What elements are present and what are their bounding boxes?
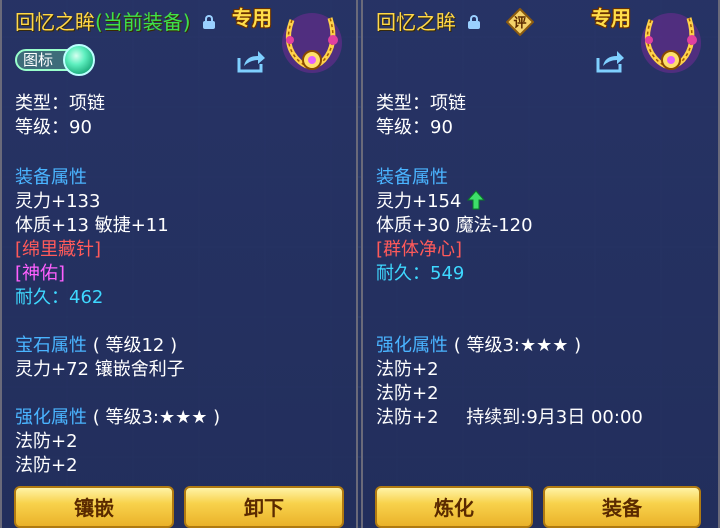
toggle-label: 图标 <box>23 51 54 69</box>
up-arrow-icon <box>467 190 486 210</box>
stat-tizhi: 体质+30 魔法-120 <box>376 215 533 236</box>
special-effect: [神佑] <box>15 263 66 284</box>
share-icon[interactable] <box>595 48 625 74</box>
gem-attr-header: 宝石属性 <box>15 335 87 356</box>
item-level: 等级：90 <box>15 117 92 138</box>
enhance-stat-3-row: 法防+2 持续到:9月3日 00:00 <box>376 406 643 430</box>
rating-label: 评 <box>513 16 526 31</box>
enhance-stat-3: 法防+2 <box>376 407 439 428</box>
equipped-tag: (当前装备) <box>95 10 191 34</box>
enhance-attr-header: 强化属性 <box>15 407 87 428</box>
stat-lingli: 灵力+154 <box>376 191 462 212</box>
toggle-knob <box>63 44 95 76</box>
equip-attr-header: 装备属性 <box>376 167 448 188</box>
item-type: 类型：项链 <box>376 93 466 114</box>
equip-attr-header: 装备属性 <box>15 167 87 188</box>
necklace-icon <box>641 13 701 73</box>
lock-icon <box>202 14 215 29</box>
share-icon[interactable] <box>236 48 266 74</box>
enhance-level: ( 等级3:★★★ ) <box>453 335 582 356</box>
icon-toggle[interactable]: 图标 <box>15 44 95 76</box>
special-skill: [群体净心] <box>376 239 463 260</box>
item-name: 回忆之眸 <box>15 10 95 34</box>
stat-lingli: 灵力+133 <box>15 191 101 212</box>
durability: 耐久：549 <box>376 262 464 286</box>
exclusive-label: 专用 <box>232 6 272 30</box>
special-skill: [绵里藏针] <box>15 239 102 260</box>
durability: 耐久：462 <box>15 286 103 310</box>
item-level: 等级：90 <box>376 117 453 138</box>
gem-attr-row: 宝石属性 ( 等级12 ) <box>15 334 177 358</box>
inlay-button[interactable]: 镶嵌 <box>14 486 174 528</box>
enhance-level: ( 等级3:★★★ ) <box>92 407 221 428</box>
lock-icon <box>468 14 481 29</box>
enhance-stat-2: 法防+2 <box>376 383 439 404</box>
stat-lingli-row: 灵力+154 <box>376 190 486 214</box>
refine-button[interactable]: 炼化 <box>375 486 533 528</box>
item-title: 回忆之眸 <box>376 6 481 35</box>
enhance-attr-row: 强化属性 ( 等级3:★★★ ) <box>376 334 581 358</box>
rating-icon[interactable]: 评 <box>506 8 534 36</box>
item-type: 类型：项链 <box>15 93 105 114</box>
enhance-attr-row: 强化属性 ( 等级3:★★★ ) <box>15 406 220 430</box>
durability-label: 耐久： <box>376 263 430 284</box>
unequip-button[interactable]: 卸下 <box>184 486 344 528</box>
durability-label: 耐久： <box>15 287 69 308</box>
enhance-attr-header: 强化属性 <box>376 335 448 356</box>
gem-line: 灵力+72 镶嵌舍利子 <box>15 359 185 380</box>
equipped-item-tooltip: 回忆之眸(当前装备) 专用 图标 类型：项链 等级：90 装备属性 灵力+133… <box>0 0 358 528</box>
gem-level: ( 等级12 ) <box>92 335 178 356</box>
durability-value: 549 <box>430 263 465 284</box>
necklace-icon <box>282 13 342 73</box>
equip-button[interactable]: 装备 <box>543 486 701 528</box>
item-name: 回忆之眸 <box>376 10 456 34</box>
enhance-stat-1: 法防+2 <box>376 359 439 380</box>
durability-value: 462 <box>69 287 104 308</box>
enhance-stat-1: 法防+2 <box>15 431 78 452</box>
compare-item-tooltip: 回忆之眸 评 专用 类型：项链 等级：90 装备属性 灵力+154 体质+30 … <box>361 0 720 528</box>
item-title: 回忆之眸(当前装备) <box>15 6 215 35</box>
stat-tizhi: 体质+13 敏捷+11 <box>15 215 169 236</box>
enhance-stat-2: 法防+2 <box>15 455 78 476</box>
exclusive-label: 专用 <box>591 6 631 30</box>
duration: 持续到:9月3日 00:00 <box>466 407 643 428</box>
